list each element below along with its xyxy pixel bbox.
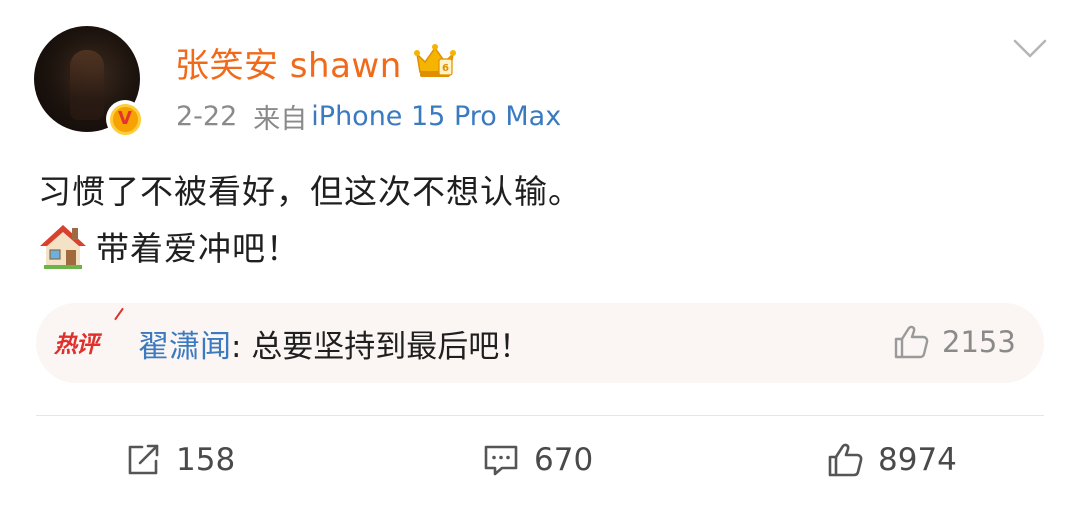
username-row: 张笑安 shawn 6 — [175, 38, 458, 86]
post-text-line-2: 带着爱冲吧！ — [96, 229, 300, 268]
verified-icon: V — [109, 103, 141, 135]
svg-text:6: 6 — [442, 63, 449, 74]
hot-comment-tag: 热评 — [54, 332, 99, 358]
repost-button[interactable]: 158 — [124, 438, 235, 482]
source-device-link[interactable]: iPhone 15 Pro Max — [311, 101, 561, 132]
thumbs-up-icon — [894, 325, 929, 359]
hot-comment-like-count: 2153 — [942, 325, 1016, 359]
repost-count: 158 — [176, 442, 236, 478]
hot-comment-like-button[interactable]: 2153 — [892, 323, 1016, 361]
comment-count: 670 — [534, 442, 594, 478]
hot-comment[interactable]: 热评 翟潇闻: 总要坚持到最后吧！ 2153 — [36, 303, 1044, 383]
crown-badge-icon: 6 — [413, 44, 456, 77]
house-emoji-icon — [40, 225, 86, 269]
like-button[interactable]: 8974 — [826, 438, 957, 482]
source-prefix: 来自 — [253, 103, 308, 135]
divider — [36, 415, 1044, 416]
comment-button[interactable]: 670 — [482, 438, 593, 482]
thumbs-up-icon — [828, 443, 863, 477]
comment-icon — [484, 445, 518, 476]
hot-comment-text-row: 翟潇闻: 总要坚持到最后吧！ — [138, 321, 530, 366]
post-text-line-2-row: 带着爱冲吧！ — [38, 222, 300, 270]
repost-icon — [128, 444, 159, 475]
post-date: 2-22 — [176, 100, 238, 132]
post-meta: 2-22 来自 iPhone 15 Pro Max — [176, 96, 561, 136]
verified-mark: V — [118, 108, 132, 129]
like-count: 8974 — [878, 442, 957, 478]
hot-comment-separator: : — [231, 329, 252, 365]
post-text-line-1: 习惯了不被看好，但这次不想认输。 — [38, 172, 582, 211]
username[interactable]: 张笑安 shawn — [175, 38, 402, 87]
avatar-photo — [70, 50, 104, 120]
hot-comment-author[interactable]: 翟潇闻 — [138, 329, 231, 365]
hot-tag-accent — [114, 307, 124, 321]
verified-badge: V — [106, 100, 144, 138]
chevron-down-icon[interactable] — [1012, 36, 1048, 62]
hot-comment-body: 总要坚持到最后吧！ — [251, 329, 531, 365]
